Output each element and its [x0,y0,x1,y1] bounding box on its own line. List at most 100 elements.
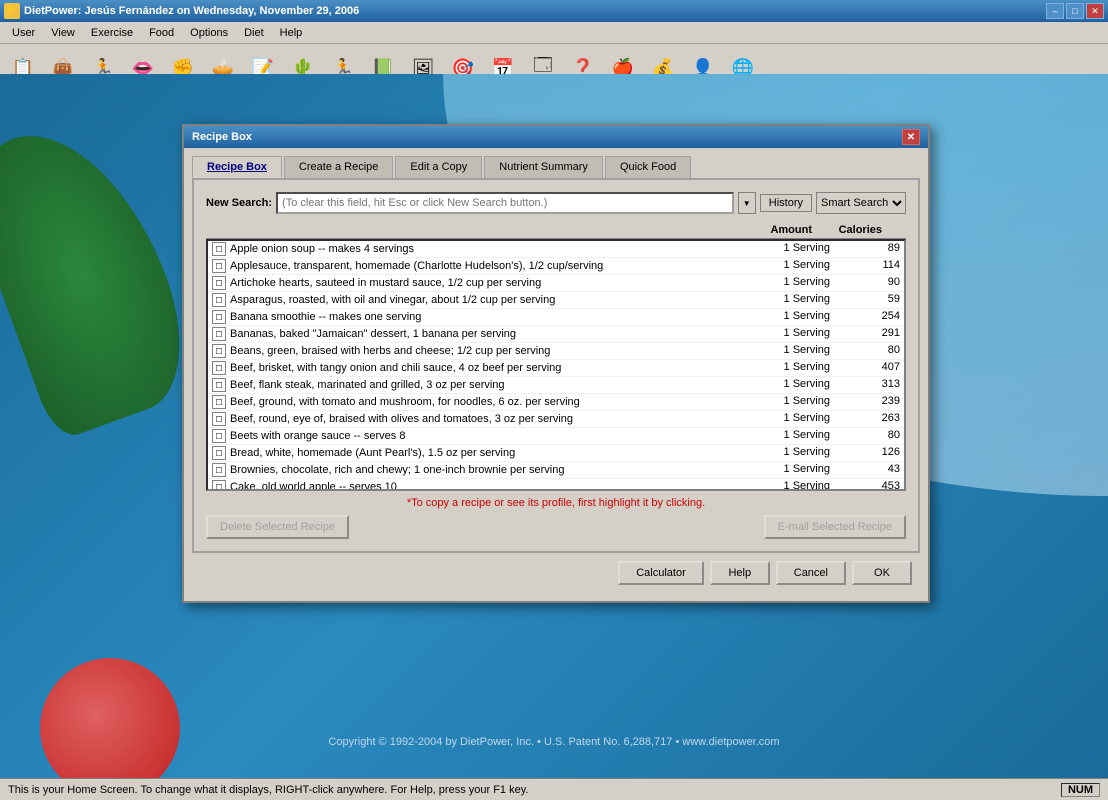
recipe-amount: 1 Serving [754,412,834,426]
tab-quick-food[interactable]: Quick Food [605,156,691,178]
history-button[interactable]: History [760,194,812,212]
recipe-row[interactable]: ☐ Artichoke hearts, sauteed in mustard sa… [208,275,904,292]
recipe-amount: 1 Serving [754,361,834,375]
recipe-icon: ☐ [212,412,226,426]
recipe-name-text: Bread, white, homemade (Aunt Pearl's), 1… [230,447,515,459]
column-name [206,224,736,236]
menu-diet[interactable]: Diet [236,25,272,41]
recipe-row[interactable]: ☐ Applesauce, transparent, homemade (Char… [208,258,904,275]
recipe-amount: 1 Serving [754,429,834,443]
recipe-amount: 1 Serving [754,446,834,460]
calculator-button[interactable]: Calculator [618,561,704,585]
cancel-button[interactable]: Cancel [776,561,846,585]
recipe-list[interactable]: ☐ Apple onion soup -- makes 4 servings 1 S… [206,239,906,491]
recipe-calories: 43 [834,463,904,477]
delete-selected-button[interactable]: Delete Selected Recipe [206,515,349,539]
search-input[interactable] [276,192,734,214]
recipe-icon: ☐ [212,259,226,273]
search-label: New Search: [206,197,272,209]
menu-options[interactable]: Options [182,25,236,41]
recipe-box-dialog: Recipe Box ✕ Recipe Box Create a Recipe … [182,124,930,603]
recipe-amount: 1 Serving [754,480,834,491]
menu-user[interactable]: User [4,25,43,41]
recipe-amount: 1 Serving [754,327,834,341]
recipe-name-text: Artichoke hearts, sauteed in mustard sau… [230,277,541,289]
recipe-row[interactable]: ☐Beef, round, eye of, braised with olive… [208,411,904,428]
title-bar: ⚡ DietPower: Jesús Fernández on Wednesda… [0,0,1108,22]
recipe-row[interactable]: ☐Beets with orange sauce -- serves 81 Se… [208,428,904,445]
recipe-name-text: Beef, flank steak, marinated and grilled… [230,379,505,391]
recipe-row[interactable]: ☐ Cake, old world apple -- serves 10 1 Ser… [208,479,904,491]
recipe-row[interactable]: ☐Beef, brisket, with tangy onion and chi… [208,360,904,377]
close-button[interactable]: ✕ [1086,3,1104,19]
column-amount: Amount [736,224,816,236]
recipe-row[interactable]: ☐ Beef, flank steak, marinated and grille… [208,377,904,394]
recipe-name-text: Cake, old world apple -- serves 10 [230,481,397,491]
email-selected-button[interactable]: E-mail Selected Recipe [764,515,906,539]
ok-button[interactable]: OK [852,561,912,585]
menu-exercise[interactable]: Exercise [83,25,141,41]
recipe-icon: ☐ [212,463,226,477]
recipe-amount: 1 Serving [754,344,834,358]
recipe-calories: 453 [834,480,904,491]
dialog-title-text: Recipe Box [192,131,252,143]
search-dropdown-button[interactable]: ▼ [738,192,756,214]
recipe-name-text: Beans, green, braised with herbs and che… [230,345,550,357]
menu-view[interactable]: View [43,25,83,41]
recipe-amount: 1 Serving [754,293,834,307]
recipe-icon: ☐ [212,293,226,307]
menu-help[interactable]: Help [272,25,311,41]
tab-edit-copy[interactable]: Edit a Copy [395,156,482,178]
minimize-button[interactable]: – [1046,3,1064,19]
recipe-row[interactable]: ☐Apple onion soup -- makes 4 servings1 S… [208,241,904,258]
recipe-icon: ☐ [212,344,226,358]
apple-decoration [40,658,180,778]
recipe-name-text: Apple onion soup -- makes 4 servings [230,243,414,255]
menu-food[interactable]: Food [141,25,182,41]
recipe-amount: 1 Serving [754,276,834,290]
recipe-row[interactable]: ☐Asparagus, roasted, with oil and vinega… [208,292,904,309]
recipe-calories: 114 [834,259,904,273]
recipe-row[interactable]: ☐Bananas, baked "Jamaican" dessert, 1 ba… [208,326,904,343]
recipe-row[interactable]: ☐Bread, white, homemade (Aunt Pearl's), … [208,445,904,462]
recipe-icon: ☐ [212,480,226,491]
footer-buttons: Calculator Help Cancel OK [192,553,920,593]
recipe-icon: ☐ [212,276,226,290]
status-right: NUM [1061,783,1100,797]
tab-create-recipe[interactable]: Create a Recipe [284,156,394,178]
recipe-icon: ☐ [212,242,226,256]
dialog-title-bar: Recipe Box ✕ [184,126,928,148]
window-controls: – □ ✕ [1046,3,1104,19]
recipe-amount: 1 Serving [754,310,834,324]
recipe-calories: 80 [834,344,904,358]
recipe-calories: 263 [834,412,904,426]
recipe-amount: 1 Serving [754,378,834,392]
recipe-amount: 1 Serving [754,259,834,273]
recipe-icon: ☐ [212,361,226,375]
recipe-name-text: Beef, ground, with tomato and mushroom, … [230,396,580,408]
recipe-icon: ☐ [212,395,226,409]
recipe-row[interactable]: ☐ Beef, ground, with tomato and mushroom,… [208,394,904,411]
recipe-icon: ☐ [212,378,226,392]
recipe-calories: 59 [834,293,904,307]
tab-nutrient-summary[interactable]: Nutrient Summary [484,156,603,178]
recipe-name-text: Applesauce, transparent, homemade (Charl… [230,260,603,272]
recipe-calories: 407 [834,361,904,375]
recipe-calories: 313 [834,378,904,392]
maximize-button[interactable]: □ [1066,3,1084,19]
help-dialog-button[interactable]: Help [710,561,770,585]
window-title: DietPower: Jesús Fernández on Wednesday,… [24,5,359,17]
search-type-select[interactable]: Smart Search [816,192,906,214]
recipe-icon: ☐ [212,310,226,324]
recipe-row[interactable]: ☐Brownies, chocolate, rich and chewy; 1 … [208,462,904,479]
recipe-calories: 89 [834,242,904,256]
tab-recipe-box[interactable]: Recipe Box [192,156,282,178]
dialog-close-button[interactable]: ✕ [902,129,920,145]
recipe-calories: 90 [834,276,904,290]
recipe-list-header: Amount Calories [206,222,906,239]
recipe-row[interactable]: ☐Banana smoothie -- makes one serving1 S… [208,309,904,326]
recipe-amount: 1 Serving [754,395,834,409]
tab-content-area: New Search: ▼ History Smart Search Amoun… [192,178,920,553]
column-calories: Calories [816,224,886,236]
recipe-row[interactable]: ☐ Beans, green, braised with herbs and ch… [208,343,904,360]
